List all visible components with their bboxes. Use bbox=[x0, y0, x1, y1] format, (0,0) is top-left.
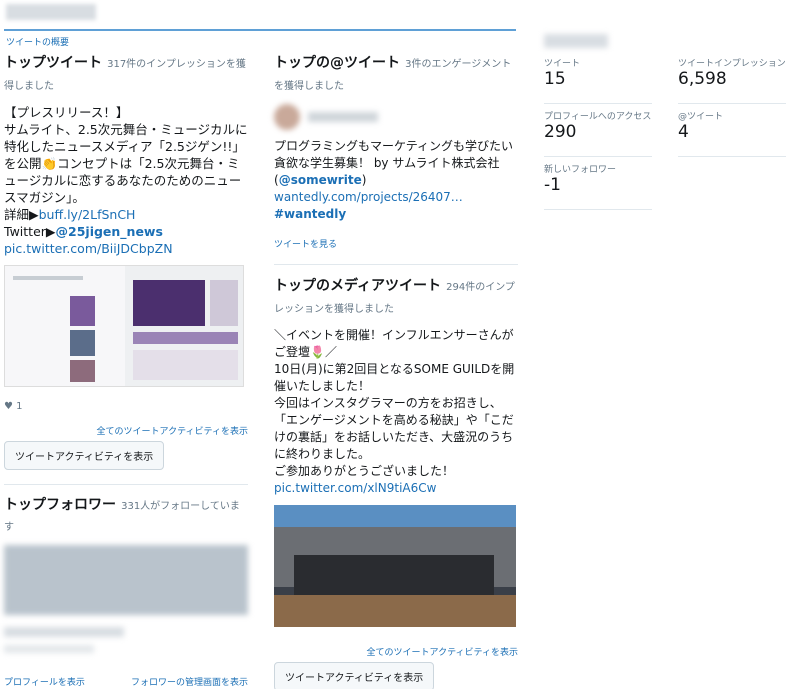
media-pic-link[interactable]: pic.twitter.com/xlN9tiA6Cw bbox=[274, 480, 518, 497]
top-tweet-twitter: Twitter▶@25jigen_news bbox=[4, 223, 248, 240]
stats-period-blurred bbox=[544, 34, 608, 48]
image-left-panel bbox=[5, 266, 125, 386]
media-line: ご参加ありがとうございました！ bbox=[274, 464, 455, 478]
top-tweet-line: 【プレスリリース！】 bbox=[4, 105, 129, 120]
top-followers-title: トップフォロワー bbox=[4, 497, 116, 513]
mention-link-row: wantedly.com/projects/26407… #wantedly bbox=[274, 189, 518, 223]
follower-handle-blurred bbox=[4, 645, 94, 653]
view-profile-link[interactable]: プロフィールを表示 bbox=[4, 675, 85, 688]
image-line bbox=[13, 276, 83, 280]
photo-floor bbox=[274, 595, 516, 627]
section-divider bbox=[274, 264, 518, 265]
top-media-header: トップのメディアツイート 294件のインプレッションを獲得しました bbox=[274, 275, 518, 319]
top-mention-title: トップの@ツイート bbox=[274, 55, 400, 71]
tweet-activity-button[interactable]: ツイートアクティビティを表示 bbox=[4, 441, 165, 470]
mention-url-link[interactable]: wantedly.com/projects/26407… bbox=[274, 190, 463, 204]
detail-prefix: 詳細▶ bbox=[4, 207, 39, 222]
view-tweet-row: ツイートを見る bbox=[274, 237, 518, 250]
view-tweet-link[interactable]: ツイートを見る bbox=[274, 240, 337, 250]
hashtag-link[interactable]: #wantedly bbox=[274, 207, 346, 221]
top-tweet-header: トップツイート 317件のインプレッションを獲得しました bbox=[4, 52, 248, 96]
image-thumb bbox=[70, 330, 95, 356]
stat-label: 新しいフォロワー bbox=[544, 165, 617, 175]
month-title-blurred bbox=[6, 4, 96, 20]
stat-value: 290 bbox=[544, 122, 577, 142]
follower-card-blurred bbox=[4, 545, 248, 615]
stat-label: ツイートインプレッション bbox=[678, 59, 786, 69]
activity-button-row: ツイートアクティビティを表示 bbox=[4, 441, 248, 470]
twitter-handle-link[interactable]: @25jigen_news bbox=[56, 224, 163, 239]
top-tweet-image[interactable] bbox=[4, 265, 244, 387]
likes-count: 1 bbox=[16, 401, 23, 412]
stat-new-followers: 新しいフォロワー -1 bbox=[544, 162, 652, 210]
image-thumb bbox=[70, 296, 95, 326]
media-line: 今回はインスタグラマーの方をお招きし、「エンゲージメントを高める秘訣」や「こだけ… bbox=[274, 396, 514, 461]
media-all-activity-row: 全てのツイートアクティビティを表示 bbox=[274, 645, 518, 658]
stat-mentions: @ツイート 4 bbox=[678, 109, 786, 157]
image-strip bbox=[133, 332, 238, 344]
stat-value: 4 bbox=[678, 122, 689, 142]
top-mention-body: プログラミングもマーケティングも学びたい貪欲な学生募集！ by サムライト株式会… bbox=[274, 138, 518, 223]
stat-impressions: ツイートインプレッション 6,598 bbox=[678, 56, 786, 104]
mention-handle-link[interactable]: @somewrite bbox=[279, 173, 362, 187]
stat-label: プロフィールへのアクセス bbox=[544, 112, 652, 122]
image-side bbox=[210, 280, 238, 326]
photo-ceiling bbox=[274, 505, 516, 527]
media-line: ＼イベントを開催！インフルエンサーさんがご登壇🌷／ bbox=[274, 328, 514, 359]
detail-link[interactable]: buff.ly/2LfSnCH bbox=[39, 207, 136, 222]
top-media-title: トップのメディアツイート bbox=[274, 278, 442, 294]
media-all-tweet-activity-link[interactable]: 全てのツイートアクティビティを表示 bbox=[367, 648, 518, 658]
top-media-body: ＼イベントを開催！インフルエンサーさんがご登壇🌷／ 10日(月)に第2回目となる… bbox=[274, 327, 518, 497]
section-divider bbox=[4, 484, 248, 485]
stat-value: 6,598 bbox=[678, 69, 727, 89]
top-tweet-line: サムライト、2.5次元舞台・ミュージカルに特化したニュースメディア「2.5ジゲン… bbox=[4, 122, 248, 205]
media-tweet-activity-button[interactable]: ツイートアクティビティを表示 bbox=[274, 662, 435, 689]
stat-label: @ツイート bbox=[678, 112, 724, 122]
stat-value: 15 bbox=[544, 69, 566, 89]
header-rule bbox=[4, 29, 516, 31]
image-stage-photo bbox=[133, 280, 205, 326]
mention-text: プログラミングもマーケティングも学びたい貪欲な学生募集！ by サムライト株式会… bbox=[274, 139, 514, 170]
image-bottom bbox=[133, 350, 238, 380]
all-activity-row: 全てのツイートアクティビティを表示 bbox=[4, 424, 248, 437]
avatar[interactable] bbox=[274, 104, 300, 130]
author-name-blurred bbox=[308, 112, 378, 122]
top-tweet-pic-link[interactable]: pic.twitter.com/BiiJDCbpZN bbox=[4, 240, 248, 257]
follower-links: プロフィールを表示 フォロワーの管理画面を表示 bbox=[4, 675, 248, 688]
stat-profile-visits: プロフィールへのアクセス 290 bbox=[544, 109, 652, 157]
image-thumb bbox=[70, 360, 95, 382]
top-mention-header: トップの@ツイート 3件のエンゲージメントを獲得しました bbox=[274, 52, 518, 96]
left-column: トップツイート 317件のインプレッションを獲得しました 【プレスリリース！】 … bbox=[4, 52, 248, 688]
follower-name-blurred bbox=[4, 627, 124, 637]
stat-tweets: ツイート 15 bbox=[544, 56, 652, 104]
likes-row: ♥ 1 bbox=[4, 401, 248, 412]
mention-author-row bbox=[274, 104, 518, 130]
all-tweet-activity-link[interactable]: 全てのツイートアクティビティを表示 bbox=[97, 427, 248, 437]
stat-label: ツイート bbox=[544, 59, 581, 69]
stat-value: -1 bbox=[544, 175, 561, 195]
top-followers-header: トップフォロワー 331人がフォローしています bbox=[4, 495, 248, 537]
twitter-prefix: Twitter▶ bbox=[4, 224, 56, 239]
tweet-overview-label: ツイートの概要 bbox=[6, 38, 70, 48]
mention-handle-row: (@somewrite) bbox=[274, 173, 367, 187]
photo-people bbox=[294, 555, 494, 595]
media-line: 10日(月)に第2回目となるSOME GUILDを開催いたしました！ bbox=[274, 362, 515, 393]
top-media-photo[interactable] bbox=[274, 505, 516, 627]
top-tweet-body: 【プレスリリース！】 サムライト、2.5次元舞台・ミュージカルに特化したニュース… bbox=[4, 104, 248, 257]
top-tweet-title: トップツイート bbox=[4, 55, 102, 71]
heart-icon[interactable]: ♥ bbox=[4, 401, 13, 412]
media-activity-button-row: ツイートアクティビティを表示 bbox=[274, 662, 518, 689]
middle-column: トップの@ツイート 3件のエンゲージメントを獲得しました プログラミングもマーケ… bbox=[274, 52, 518, 689]
top-tweet-detail: 詳細▶buff.ly/2LfSnCH bbox=[4, 206, 248, 223]
manage-followers-link[interactable]: フォロワーの管理画面を表示 bbox=[131, 675, 248, 688]
